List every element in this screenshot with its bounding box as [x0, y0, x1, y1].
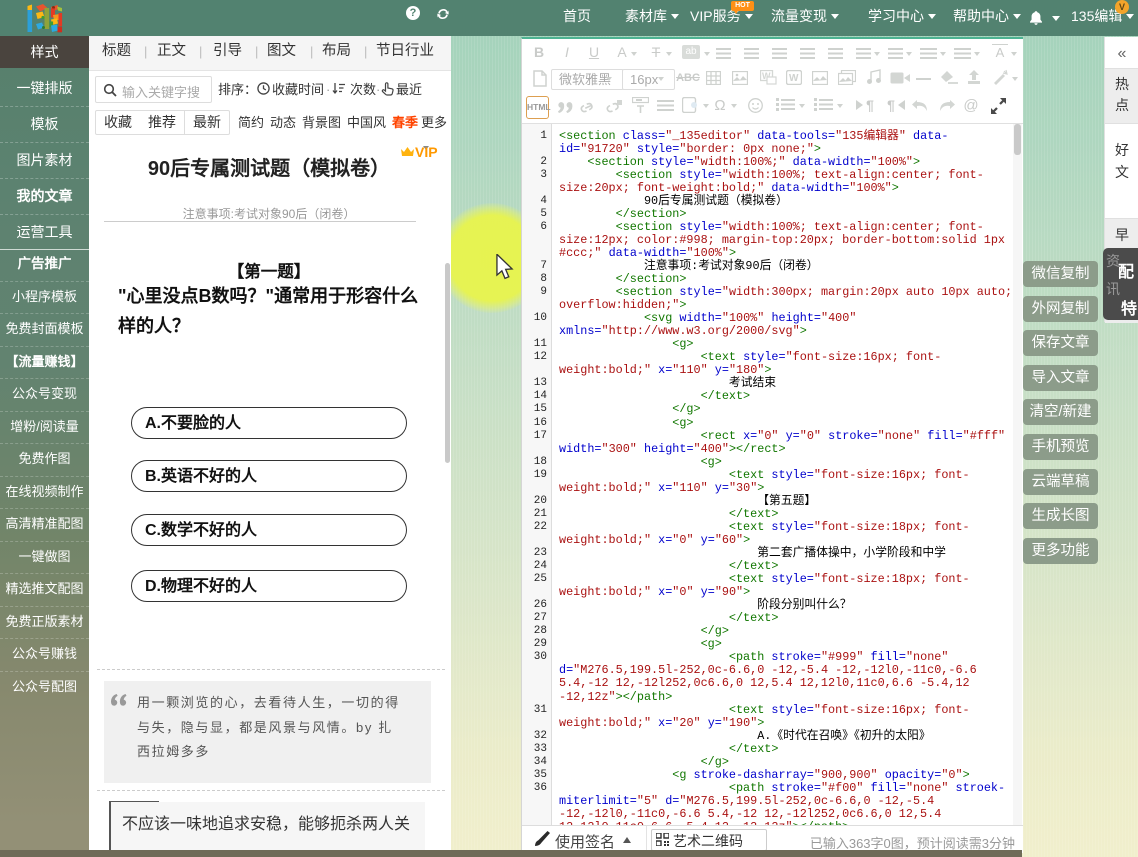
svg-text:W: W: [789, 73, 799, 84]
